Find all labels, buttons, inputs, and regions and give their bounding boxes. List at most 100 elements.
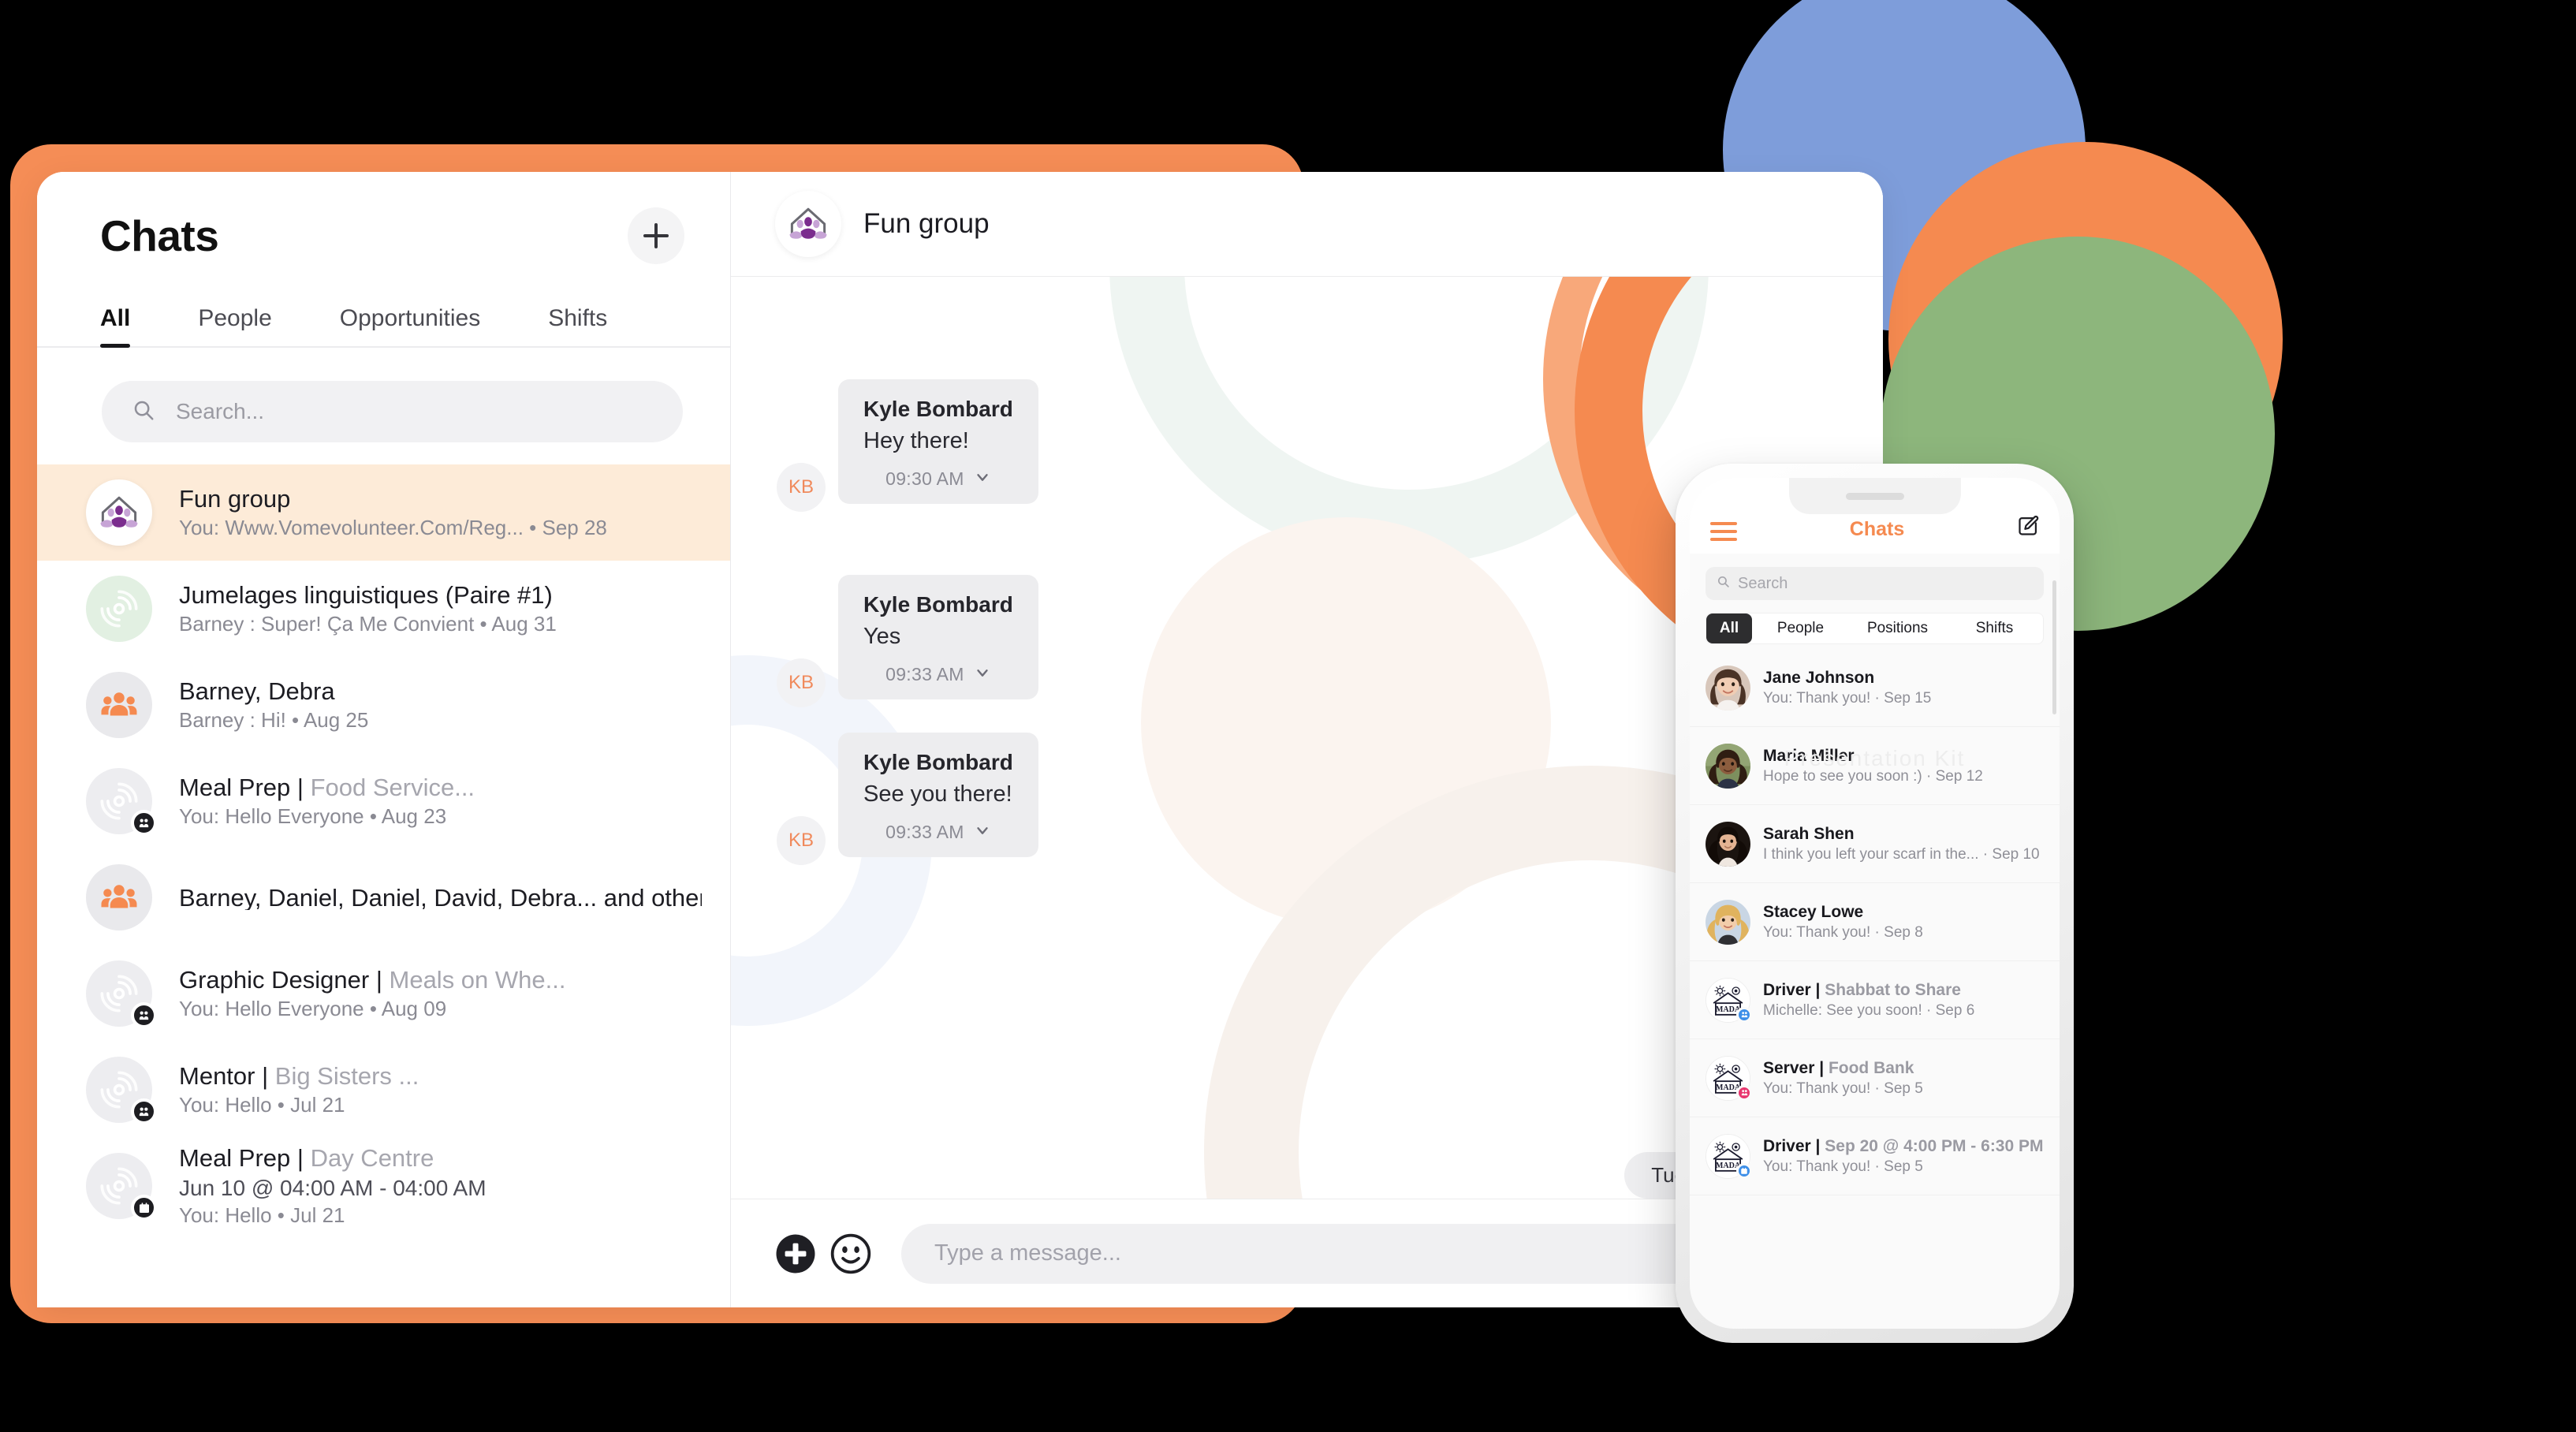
chat-name-sub: Shabbat to Share [1820,980,1961,999]
people-badge-icon [131,1002,157,1028]
list-item-text: Driver | Shabbat to Share Michelle: See … [1763,981,2047,1020]
chat-preview: Barney : Super! Ça Me Convient • Aug 31 [179,611,557,636]
compose-pencil-icon[interactable] [2017,515,2039,541]
people-badge-icon [1736,1006,1752,1023]
list-item-text: Graphic Designer | Meals on Whe... You: … [179,964,702,1022]
phone-scrollbar[interactable] [2052,580,2056,714]
phone-tab-shifts[interactable]: Shifts [1946,613,2043,643]
chevron-down-icon[interactable] [974,822,991,843]
list-item[interactable]: MADA [1690,961,2060,1039]
chat-name: Jumelages linguistiques (Paire #1) [179,581,553,610]
list-item[interactable]: MADA [1690,1117,2060,1195]
message-sender: Kyle Bombard [863,397,1013,421]
chat-name: Graphic Designer | Meals on Whe... [179,964,702,996]
chat-name-main: Driver | [1763,980,1821,999]
message-meta: 09:33 AM [863,664,1013,685]
chat-preview: I think you left your scarf in the... · … [1763,845,2040,863]
message-bubble[interactable]: Kyle Bombard Yes 09:33 AM [838,575,1038,699]
phone-tab-positions[interactable]: Positions [1849,613,1946,643]
photo-avatar-stacey [1706,899,1750,945]
list-item-text: Fun group You: Www.Vomevolunteer.Com/Reg… [179,483,702,541]
tab-people[interactable]: People [198,305,271,346]
chat-preview: You: Thank you! · Sep 8 [1763,923,1923,941]
list-item[interactable]: Mentor | Big Sisters ... You: Hello • Ju… [37,1042,730,1138]
list-item-text: Sarah Shen I think you left your scarf i… [1763,825,2047,863]
photo-avatar-sarah [1706,821,1750,867]
message-time: 09:33 AM [885,822,964,842]
people-group-icon [86,672,152,738]
tab-all[interactable]: All [100,305,131,348]
message-bubble[interactable]: Kyle Bombard See you there! 09:33 AM [838,733,1038,857]
chat-name-sub: Big Sisters ... [268,1062,419,1091]
sidebar-header: Chats [37,172,730,264]
chats-sidebar: Chats All People Opportunities Shifts Se… [37,172,731,1307]
chat-name: Meal Prep | Food Service... [179,772,702,804]
chat-name-sub: Sep 20 @ 4:00 PM - 6:30 PM [1820,1136,2044,1155]
phone-search-input[interactable]: Search [1706,567,2044,600]
chevron-down-icon[interactable] [974,468,991,490]
chat-name: Mentor | Big Sisters ... [179,1061,702,1092]
message-meta: 09:30 AM [863,468,1013,490]
search-input[interactable]: Search... [102,381,683,442]
chat-name: Sarah Shen [1763,824,1855,843]
list-item[interactable]: Fun group You: Www.Vomevolunteer.Com/Reg… [37,464,730,561]
phone-chat-list: Jane Johnson You: Thank you! · Sep 15 Ma… [1690,649,2060,1195]
avatar-initials: KB [777,658,826,707]
people-badge-icon [131,810,157,836]
chat-name-main: Server | [1763,1058,1825,1077]
list-item[interactable]: Jane Johnson You: Thank you! · Sep 15 [1690,649,2060,727]
list-item[interactable]: Barney, Daniel, Daniel, David, Debra... … [37,849,730,945]
list-item-text: Meal Prep | Food Service... You: Hello E… [179,772,702,830]
tab-shifts[interactable]: Shifts [548,305,607,346]
message-text: See you there! [863,781,1012,807]
mada-logo: MADA [1706,1133,1752,1179]
list-item[interactable]: Jumelages linguistiques (Paire #1) Barne… [37,561,730,657]
house-group-icon [775,191,841,257]
chat-name: Barney, Debra [179,677,335,706]
chat-preview: You: Www.Vomevolunteer.Com/Reg... • Sep … [179,515,607,539]
chat-preview: You: Hello Everyone • Aug 23 [179,804,447,828]
search-icon [1717,575,1730,592]
house-group-icon [86,479,152,546]
chat-preview: You: Hello Everyone • Aug 09 [179,996,447,1020]
list-item-text: Meal Prep | Day Centre Jun 10 @ 04:00 AM… [179,1143,702,1229]
chat-name-sub: Day Centre [303,1144,434,1173]
new-chat-button[interactable] [628,207,684,264]
phone-tab-people[interactable]: People [1752,613,1849,643]
chat-list: Fun group You: Www.Vomevolunteer.Com/Reg… [37,464,730,1234]
sidebar-tabs: All People Opportunities Shifts [37,305,730,348]
target-icon [86,576,152,642]
chat-name: Barney, Daniel, Daniel, David, Debra... … [179,885,702,910]
phone-tab-all[interactable]: All [1706,613,1752,643]
search-icon [132,398,155,426]
list-item[interactable]: Meal Prep | Food Service... You: Hello E… [37,753,730,849]
list-item-text: Jane Johnson You: Thank you! · Sep 15 [1763,669,2047,707]
target-icon [86,960,157,1028]
chat-name: Meal Prep | Day Centre [179,1143,702,1174]
phone-notch [1788,478,1961,514]
smiley-icon[interactable] [829,1232,873,1276]
tab-opportunities[interactable]: Opportunities [340,305,480,346]
photo-avatar-jane [1706,665,1750,710]
list-item[interactable]: Meal Prep | Day Centre Jun 10 @ 04:00 AM… [37,1138,730,1234]
list-item-text: Barney, Daniel, Daniel, David, Debra... … [179,886,702,910]
avatar-initials: KB [777,816,826,865]
chat-preview: Michelle: See you soon! · Sep 6 [1763,1001,1975,1019]
people-group-icon [86,864,152,930]
message-bubble[interactable]: Kyle Bombard Hey there! 09:30 AM [838,379,1038,504]
chevron-down-icon[interactable] [974,664,991,685]
plus-circle-icon[interactable] [774,1232,818,1276]
list-item[interactable]: Stacey Lowe You: Thank you! · Sep 8 [1690,883,2060,961]
page-title: Chats [100,211,219,260]
phone-screen: Presentation Kit Chats Search All People… [1690,478,2060,1329]
list-item-text: Stacey Lowe You: Thank you! · Sep 8 [1763,903,2047,942]
list-item[interactable]: MADA [1690,1039,2060,1117]
chat-preview: You: Hello • Jul 21 [179,1203,345,1228]
list-item[interactable]: Graphic Designer | Meals on Whe... You: … [37,945,730,1042]
chat-name-sub: Food Bank [1824,1058,1914,1077]
target-icon [86,1057,157,1124]
phone-mockup: Presentation Kit Chats Search All People… [1676,464,2074,1343]
list-item[interactable]: Sarah Shen I think you left your scarf i… [1690,805,2060,883]
list-item[interactable]: Barney, Debra Barney : Hi! • Aug 25 [37,657,730,753]
hamburger-icon[interactable] [1710,522,1737,541]
